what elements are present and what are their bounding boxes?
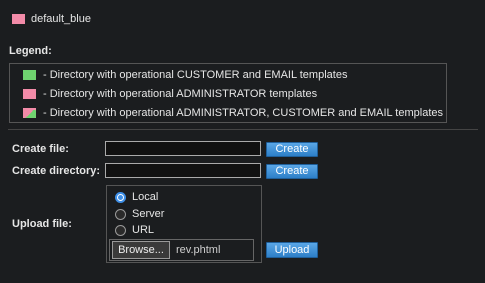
pink-folder-icon	[23, 89, 36, 99]
radio-button[interactable]	[115, 208, 126, 220]
radio-url[interactable]: URL	[115, 224, 154, 236]
create-directory-label: Create directory:	[12, 165, 101, 177]
radio-button[interactable]	[115, 224, 126, 236]
create-directory-input[interactable]	[105, 163, 261, 178]
radio-label: Local	[132, 191, 159, 203]
upload-file-label: Upload file:	[12, 218, 72, 230]
radio-label: Server	[132, 208, 165, 220]
create-file-label: Create file:	[12, 143, 69, 155]
radio-local[interactable]: Local	[115, 191, 158, 203]
selected-file-name: rev.phtml	[176, 244, 221, 256]
legend-item-text: - Directory with operational ADMINISTRAT…	[43, 88, 318, 100]
green-folder-icon	[23, 70, 36, 80]
upload-source-box: Local Server URL Browse... rev.phtml	[106, 185, 262, 263]
folder-icon	[12, 14, 25, 24]
radio-label: URL	[132, 224, 155, 236]
legend-item: - Directory with operational ADMINISTRAT…	[23, 107, 443, 119]
legend-box: - Directory with operational CUSTOMER an…	[9, 63, 447, 123]
legend-title: Legend:	[9, 45, 52, 57]
divider	[8, 129, 478, 130]
legend-item-text: - Directory with operational ADMINISTRAT…	[43, 107, 443, 119]
radio-button-selected[interactable]	[115, 191, 126, 203]
browse-button[interactable]: Browse...	[112, 241, 170, 259]
radio-server[interactable]: Server	[115, 208, 164, 220]
file-input[interactable]: Browse... rev.phtml	[109, 239, 254, 261]
legend-item: - Directory with operational CUSTOMER an…	[23, 69, 347, 81]
create-file-input[interactable]	[105, 141, 261, 156]
upload-button[interactable]: Upload	[266, 242, 318, 258]
legend-item: - Directory with operational ADMINISTRAT…	[23, 88, 317, 100]
legend-item-text: - Directory with operational CUSTOMER an…	[43, 69, 348, 81]
create-file-button[interactable]: Create	[266, 142, 318, 157]
current-directory[interactable]: default_blue	[12, 13, 91, 25]
pink-green-folder-icon	[23, 108, 36, 118]
directory-name: default_blue	[31, 13, 91, 25]
create-directory-button[interactable]: Create	[266, 164, 318, 179]
